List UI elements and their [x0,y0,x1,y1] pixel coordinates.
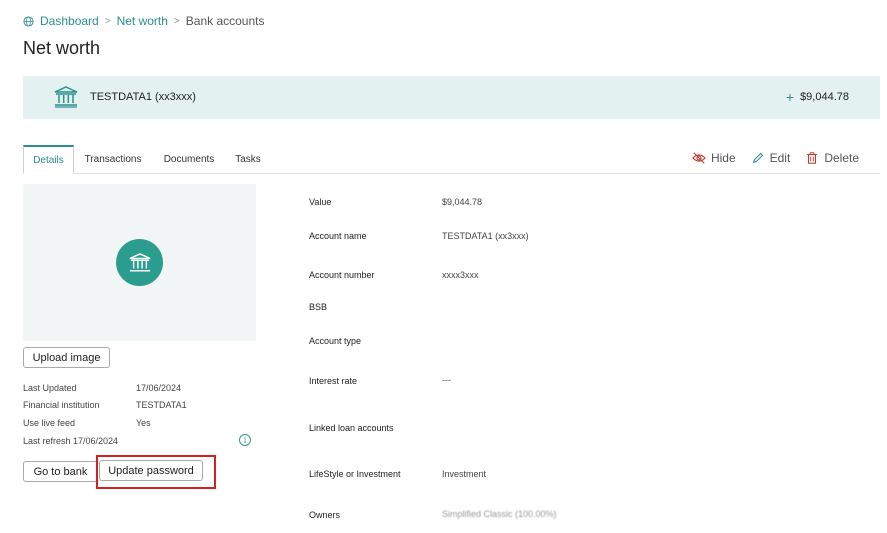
info-icon[interactable]: i [239,434,251,446]
account-number-value: xxxx3xxx [442,270,479,280]
financial-institution-label: Financial institution [23,400,100,410]
highlight-box [96,455,216,489]
lifestyle-investment-label: LifeStyle or Investment [309,469,401,479]
banner-value-amount: $9,044.78 [800,91,849,103]
breadcrumb: Dashboard > Net worth > Bank accounts [23,14,264,28]
bank-avatar [116,239,163,286]
expand-plus-icon[interactable]: + [786,90,794,104]
value-value: $9,044.78 [442,197,483,207]
lifestyle-investment-value: Investment [442,469,487,479]
last-updated-label: Last Updated [23,383,77,393]
bank-icon [54,86,78,108]
banner-account-name: TESTDATA1 (xx3xxx) [90,91,196,103]
tab-transactions[interactable]: Transactions [79,145,147,174]
use-live-feed-label: Use live feed [23,418,76,428]
banner-value[interactable]: + $9,044.78 [786,90,849,104]
breadcrumb-bank-accounts: Bank accounts [185,14,265,28]
hide-button[interactable]: Hide [692,151,736,165]
account-banner: TESTDATA1 (xx3xxx) + $9,044.78 [23,76,880,119]
go-to-bank-button[interactable]: Go to bank [23,461,98,482]
owners-value: Simplified Classic (100.00%) [442,509,557,519]
interest-rate-label: Interest rate [309,376,358,386]
last-updated-value: 17/06/2024 [136,383,182,393]
owners-label: Owners [309,510,341,520]
financial-institution-value: TESTDATA1 [136,400,187,410]
edit-button[interactable]: Edit [751,151,791,165]
value-label: Value [309,197,332,207]
eye-off-icon [692,152,706,164]
last-refresh-text: Last refresh 17/06/2024 [23,436,119,446]
globe-icon [23,15,34,27]
account-name-label: Account name [309,231,367,241]
bank-icon [129,252,150,271]
pencil-icon [752,152,763,164]
account-image-placeholder [23,184,256,341]
breadcrumb-net-worth[interactable]: Net worth [117,14,168,28]
account-name-value: TESTDATA1 (xx3xxx) [442,231,529,241]
detail-actions: Hide Edit Delete [692,151,859,165]
account-number-label: Account number [309,270,375,280]
upload-image-button[interactable]: Upload image [23,347,110,368]
delete-label: Delete [824,151,859,165]
page-title: Net worth [23,38,101,58]
breadcrumb-dashboard[interactable]: Dashboard [40,14,99,28]
interest-rate-value: --- [442,375,451,385]
linked-loan-accounts-label: Linked loan accounts [309,423,394,433]
trash-icon [807,152,818,164]
breadcrumb-separator: > [104,15,111,27]
hide-label: Hide [710,151,736,165]
breadcrumb-separator: > [173,15,180,27]
use-live-feed-value: Yes [136,418,151,428]
delete-button[interactable]: Delete [805,151,859,165]
account-type-label: Account type [309,336,362,346]
tab-documents[interactable]: Documents [158,145,220,174]
tab-tasks[interactable]: Tasks [228,145,268,174]
bsb-label: BSB [309,302,328,312]
tab-details[interactable]: Details [23,145,74,174]
edit-label: Edit [769,151,791,165]
